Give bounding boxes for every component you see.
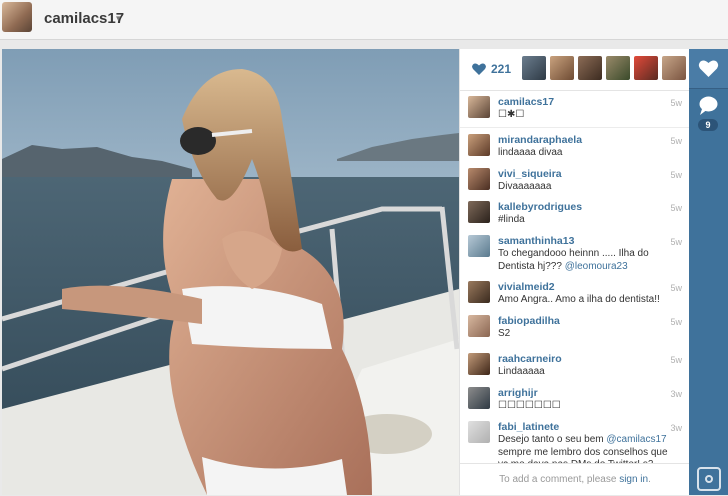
- comment-time: 5w: [670, 136, 682, 146]
- comment-user[interactable]: vivi_siqueira: [498, 168, 562, 180]
- action-sidebar: 9: [689, 49, 728, 495]
- avatar[interactable]: [468, 134, 490, 156]
- comment-time: 5w: [670, 170, 682, 180]
- like-button[interactable]: [689, 49, 728, 89]
- add-comment-prefix: To add a comment, please: [499, 474, 620, 485]
- comment-text: Lindaaaaa: [498, 366, 545, 377]
- liker-avatar[interactable]: [606, 56, 630, 80]
- comment-user[interactable]: fabiopadilha: [498, 315, 560, 327]
- avatar[interactable]: [468, 281, 490, 303]
- comment-time: 5w: [670, 237, 682, 247]
- caption-time: 5w: [670, 98, 682, 108]
- comment-icon: [699, 96, 718, 115]
- comment-time: 5w: [670, 283, 682, 293]
- post-photo[interactable]: [2, 49, 459, 495]
- comment-text: Amo Angra.. Amo a ilha do dentista!!: [498, 294, 660, 305]
- post-detail-panel: 221 camilacs17 5w ☐✱☐ mirandaraphaela 5w…: [459, 49, 690, 495]
- comment-text: S2: [498, 328, 511, 339]
- comment-button[interactable]: 9: [689, 90, 728, 135]
- avatar[interactable]: [468, 201, 490, 223]
- avatar[interactable]: [468, 315, 490, 337]
- comment-time: 3w: [670, 389, 682, 399]
- comment-user[interactable]: fabi_latinete: [498, 421, 559, 433]
- liker-avatar[interactable]: [634, 56, 658, 80]
- comment-text-body: Desejo tanto o seu bem: [498, 434, 607, 445]
- likes-row: 221: [460, 49, 690, 91]
- camera-lens: [705, 475, 713, 483]
- caption-text: ☐✱☐: [498, 109, 525, 120]
- avatar[interactable]: [468, 421, 490, 443]
- add-comment-prompt: To add a comment, please sign in.: [460, 463, 690, 495]
- sign-in-link[interactable]: sign in: [619, 474, 648, 485]
- liker-avatar[interactable]: [578, 56, 602, 80]
- divider: [460, 127, 690, 128]
- comment-text-body: sempre me lembro dos conselhos que vc me…: [498, 446, 668, 464]
- likers-avatars: [522, 56, 686, 80]
- heart-icon[interactable]: [471, 61, 487, 77]
- liker-avatar[interactable]: [662, 56, 686, 80]
- camera-icon[interactable]: [697, 467, 721, 491]
- avatar[interactable]: [468, 96, 490, 118]
- add-comment-suffix: .: [648, 474, 651, 485]
- mention-link[interactable]: @leomoura23: [565, 261, 628, 272]
- comment-text: Desejo tanto o seu bem @camilacs17 sempr…: [498, 434, 674, 463]
- profile-avatar[interactable]: [2, 2, 32, 32]
- avatar[interactable]: [468, 168, 490, 190]
- comment-user[interactable]: mirandaraphaela: [498, 134, 582, 146]
- comment-user[interactable]: raahcarneiro: [498, 353, 562, 365]
- comment-time: 5w: [670, 355, 682, 365]
- comment-user[interactable]: kallebyrodrigues: [498, 201, 582, 213]
- comment-user[interactable]: arrighijr: [498, 387, 538, 399]
- comments-list[interactable]: camilacs17 5w ☐✱☐ mirandaraphaela 5w lin…: [460, 91, 690, 463]
- comment-text: lindaaaa divaa: [498, 147, 563, 158]
- comment-text: ☐☐☐☐☐☐☐: [498, 400, 561, 411]
- heart-icon: [698, 60, 719, 77]
- comment-time: 5w: [670, 317, 682, 327]
- comment-text: #linda: [498, 214, 525, 225]
- mention-link[interactable]: @camilacs17: [606, 434, 666, 445]
- avatar[interactable]: [468, 387, 490, 409]
- caption-user[interactable]: camilacs17: [498, 96, 554, 108]
- avatar[interactable]: [468, 235, 490, 257]
- comment-user[interactable]: vivialmeid2: [498, 281, 555, 293]
- avatar[interactable]: [468, 353, 490, 375]
- comment-user[interactable]: samanthinha13: [498, 235, 574, 247]
- chevron-down-icon[interactable]: ▾: [116, 13, 121, 24]
- comment-time: 3w: [670, 423, 682, 433]
- liker-avatar[interactable]: [550, 56, 574, 80]
- profile-username[interactable]: camilacs17: [44, 10, 124, 27]
- top-bar: camilacs17 ▾: [0, 0, 728, 40]
- caption: camilacs17 5w ☐✱☐: [460, 96, 690, 130]
- comment-count-badge: 9: [698, 119, 718, 131]
- likes-count[interactable]: 221: [491, 62, 511, 76]
- comment-text: To chegandooo heinnn ..... Ilha do Denti…: [498, 248, 674, 273]
- comment-text: Divaaaaaaa: [498, 181, 552, 192]
- comment-time: 5w: [670, 203, 682, 213]
- liker-avatar[interactable]: [522, 56, 546, 80]
